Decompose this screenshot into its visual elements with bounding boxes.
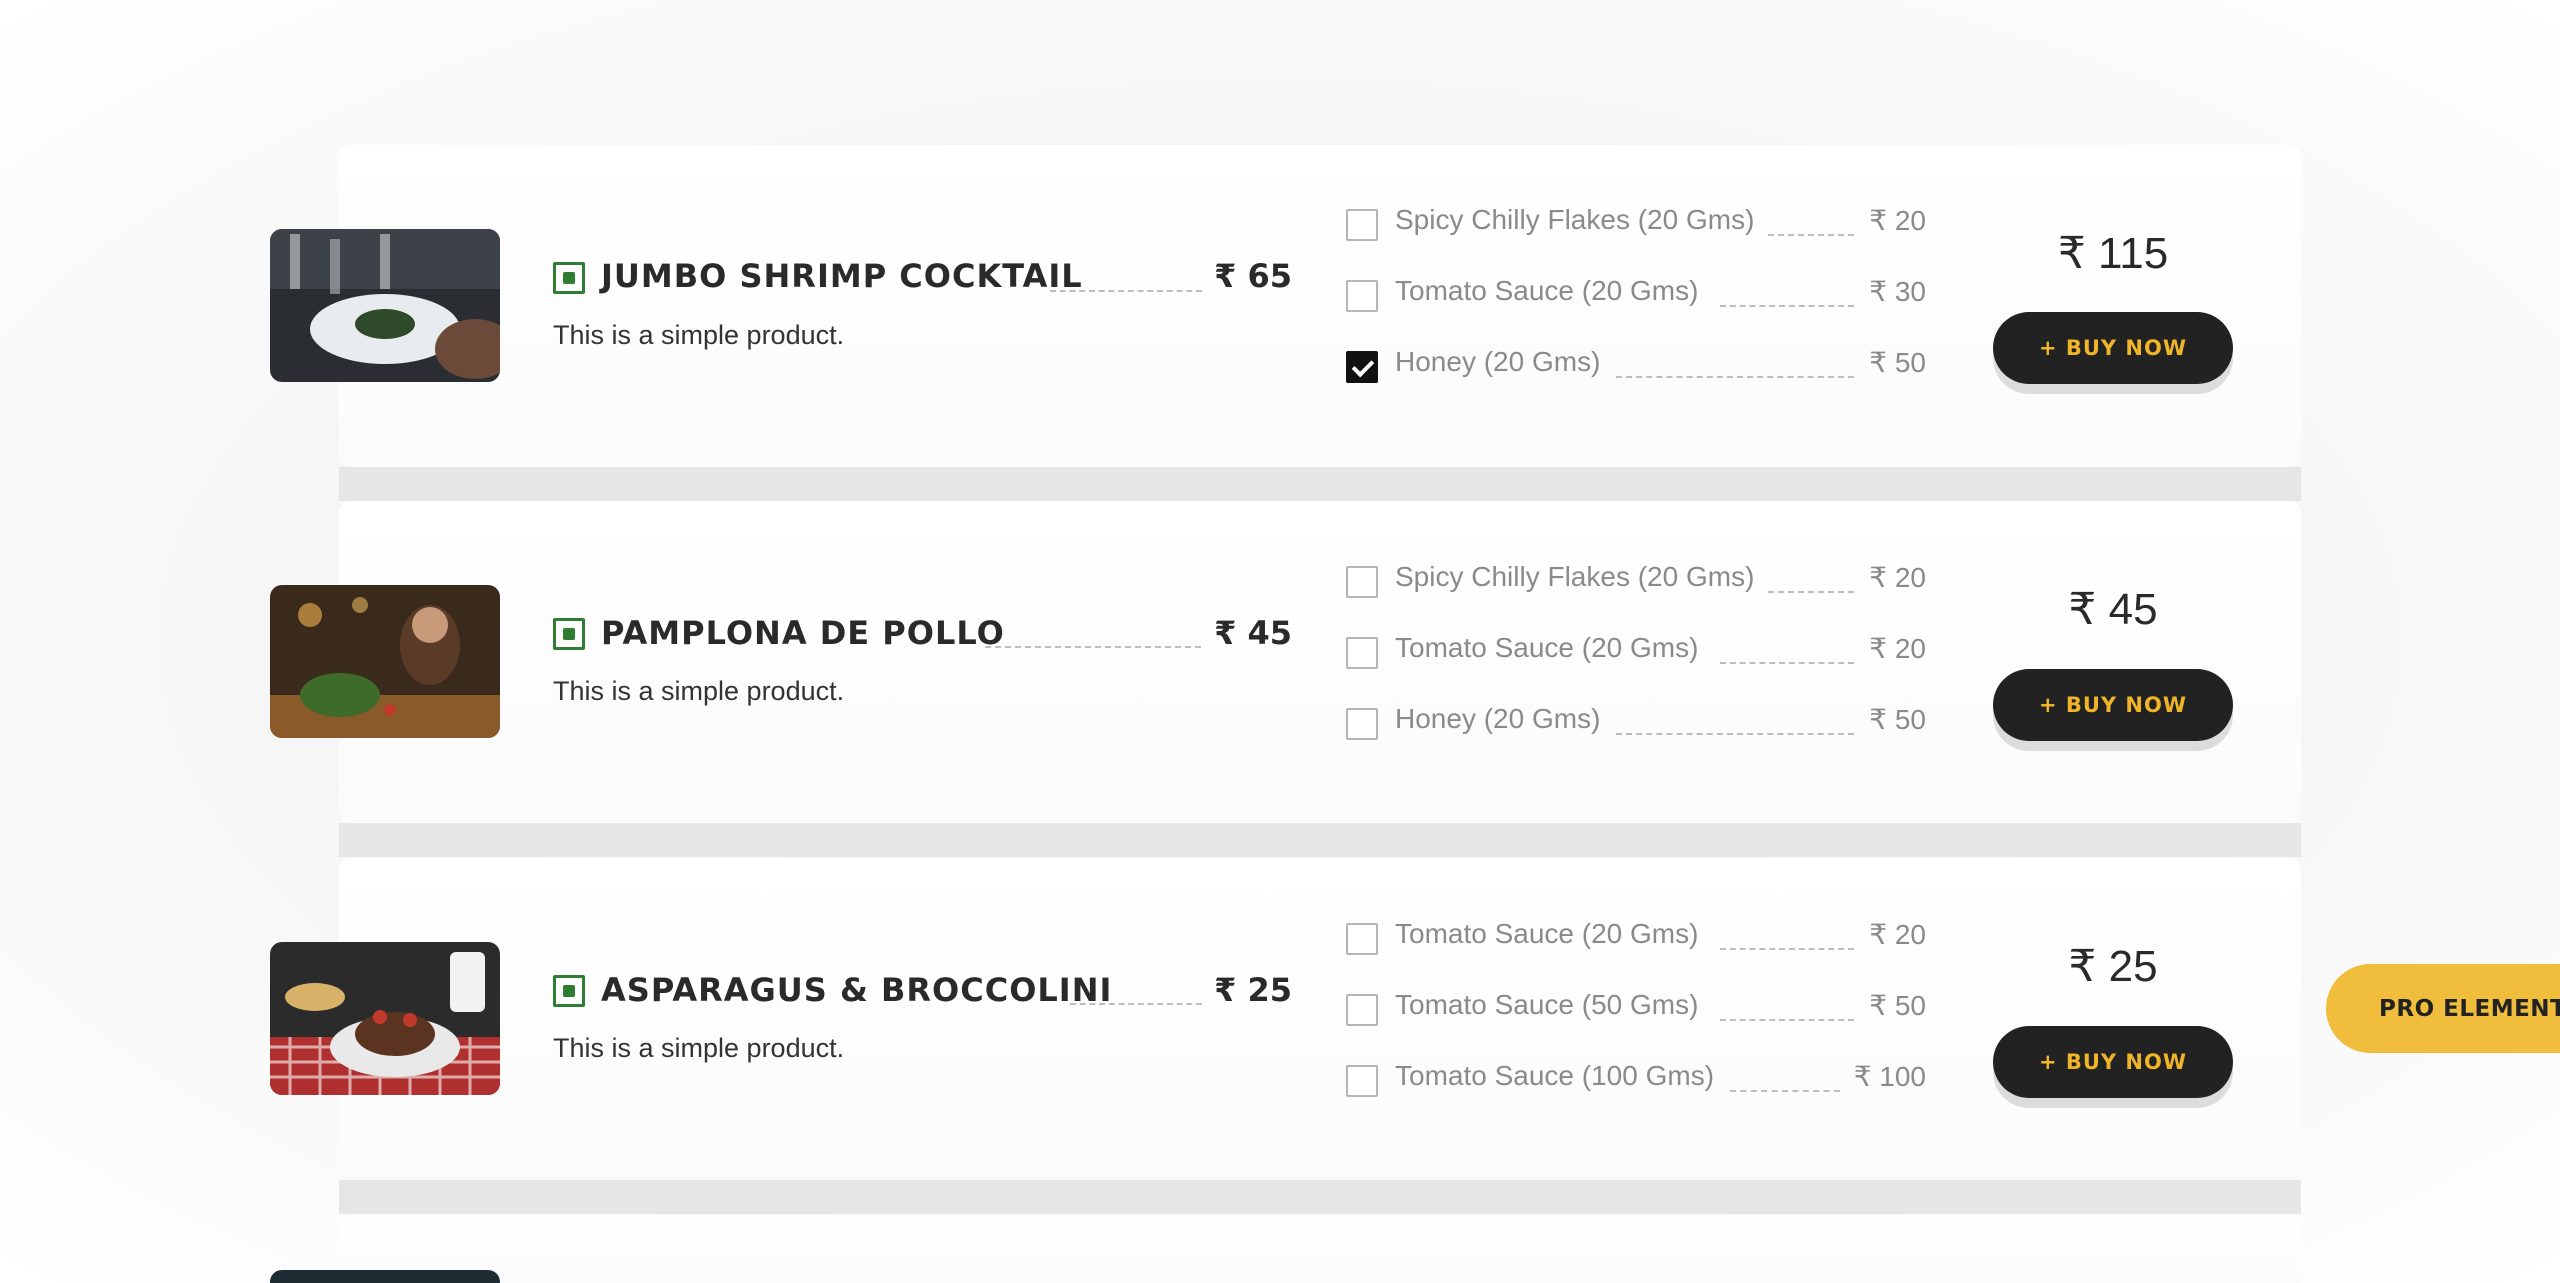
- veg-indicator-icon: [553, 618, 585, 650]
- addon-label: Tomato Sauce (20 Gms): [1395, 275, 1699, 306]
- addon-option[interactable]: Tomato Sauce (20 Gms) ₹ 20: [1346, 918, 1926, 958]
- addon-price: ₹ 30: [1869, 276, 1926, 307]
- product-card: [339, 145, 2301, 467]
- veg-indicator-icon: [553, 975, 585, 1007]
- card-separator: [339, 1180, 2301, 1214]
- addon-checkbox[interactable]: [1346, 1065, 1378, 1097]
- addon-price: ₹ 20: [1869, 919, 1926, 950]
- addon-option[interactable]: Tomato Sauce (20 Gms) ₹ 30: [1346, 275, 1926, 315]
- pro-element-badge[interactable]: PRO ELEMENT: [2326, 964, 2560, 1053]
- addon-option[interactable]: Honey (20 Gms) ₹ 50: [1346, 346, 1926, 386]
- addon-leader: [1720, 305, 1854, 307]
- product-price: ₹ 45: [1214, 614, 1292, 652]
- dish-photo-icon: [270, 942, 500, 1095]
- veg-indicator-icon: [553, 262, 585, 294]
- product-total: ₹ 25: [2068, 942, 2158, 991]
- addon-label: Tomato Sauce (100 Gms): [1395, 1060, 1715, 1091]
- product-image[interactable]: [270, 585, 500, 738]
- addon-option[interactable]: Spicy Chilly Flakes (20 Gms) ₹ 20: [1346, 561, 1926, 601]
- addon-leader: [1768, 591, 1854, 593]
- addon-leader: [1616, 733, 1854, 735]
- addon-label: Tomato Sauce (20 Gms): [1395, 918, 1699, 949]
- product-price: ₹ 65: [1214, 257, 1292, 295]
- menu-page: JUMBO SHRIMP COCKTAIL ₹ 65 This is a sim…: [0, 0, 2560, 1283]
- addon-checkbox[interactable]: [1346, 994, 1378, 1026]
- product-description: This is a simple product.: [553, 676, 845, 706]
- addon-price: ₹ 100: [1853, 1061, 1926, 1092]
- addon-label: Tomato Sauce (20 Gms): [1395, 632, 1699, 663]
- product-price: ₹ 25: [1214, 971, 1292, 1009]
- card-separator: [339, 823, 2301, 857]
- buy-now-button[interactable]: + BUY NOW: [1993, 669, 2233, 741]
- dish-photo-icon: [270, 229, 500, 382]
- product-total: ₹ 115: [2057, 229, 2169, 278]
- product-image[interactable]: [270, 1270, 500, 1283]
- addon-option[interactable]: Tomato Sauce (50 Gms) ₹ 50: [1346, 989, 1926, 1029]
- addon-price: ₹ 50: [1869, 347, 1926, 378]
- price-leader: [1050, 290, 1202, 292]
- addon-price: ₹ 20: [1869, 205, 1926, 236]
- addon-leader: [1616, 376, 1854, 378]
- product-description: This is a simple product.: [553, 1033, 845, 1063]
- product-image[interactable]: [270, 942, 500, 1095]
- addon-label: Spicy Chilly Flakes (20 Gms): [1395, 204, 1755, 235]
- addon-leader: [1730, 1090, 1840, 1092]
- addon-checkbox[interactable]: [1346, 708, 1378, 740]
- addon-checkbox[interactable]: [1346, 209, 1378, 241]
- addon-price: ₹ 50: [1869, 990, 1926, 1021]
- product-image[interactable]: [270, 229, 500, 382]
- product-title: PAMPLONA DE POLLO: [601, 614, 1005, 652]
- addon-option[interactable]: Tomato Sauce (100 Gms) ₹ 100: [1346, 1060, 1926, 1100]
- addon-label: Honey (20 Gms): [1395, 703, 1601, 734]
- buy-now-button[interactable]: + BUY NOW: [1993, 312, 2233, 384]
- addon-leader: [1768, 234, 1854, 236]
- addon-checkbox[interactable]: [1346, 566, 1378, 598]
- addon-checkbox-checked[interactable]: [1346, 351, 1378, 383]
- addon-checkbox[interactable]: [1346, 923, 1378, 955]
- addon-option[interactable]: Spicy Chilly Flakes (20 Gms) ₹ 20: [1346, 204, 1926, 244]
- dish-photo-icon: [270, 585, 500, 738]
- product-card: [339, 1215, 2301, 1283]
- product-card: [339, 858, 2301, 1180]
- product-title: JUMBO SHRIMP COCKTAIL: [601, 257, 1083, 295]
- addon-label: Tomato Sauce (50 Gms): [1395, 989, 1699, 1020]
- product-title: ASPARAGUS & BROCCOLINI: [601, 971, 1113, 1009]
- product-description: This is a simple product.: [553, 320, 845, 350]
- addon-leader: [1720, 662, 1854, 664]
- product-card: [339, 501, 2301, 823]
- addon-checkbox[interactable]: [1346, 280, 1378, 312]
- addon-leader: [1720, 948, 1854, 950]
- product-total: ₹ 45: [2068, 585, 2158, 634]
- addon-leader: [1720, 1019, 1854, 1021]
- addon-option[interactable]: Tomato Sauce (20 Gms) ₹ 20: [1346, 632, 1926, 672]
- addon-price: ₹ 20: [1869, 633, 1926, 664]
- price-leader: [985, 646, 1201, 648]
- price-leader: [1070, 1003, 1202, 1005]
- card-separator: [339, 467, 2301, 501]
- addon-option[interactable]: Honey (20 Gms) ₹ 50: [1346, 703, 1926, 743]
- buy-now-button[interactable]: + BUY NOW: [1993, 1026, 2233, 1098]
- addon-checkbox[interactable]: [1346, 637, 1378, 669]
- addon-label: Spicy Chilly Flakes (20 Gms): [1395, 561, 1755, 592]
- addon-price: ₹ 50: [1869, 704, 1926, 735]
- addon-label: Honey (20 Gms): [1395, 346, 1601, 377]
- addon-price: ₹ 20: [1869, 562, 1926, 593]
